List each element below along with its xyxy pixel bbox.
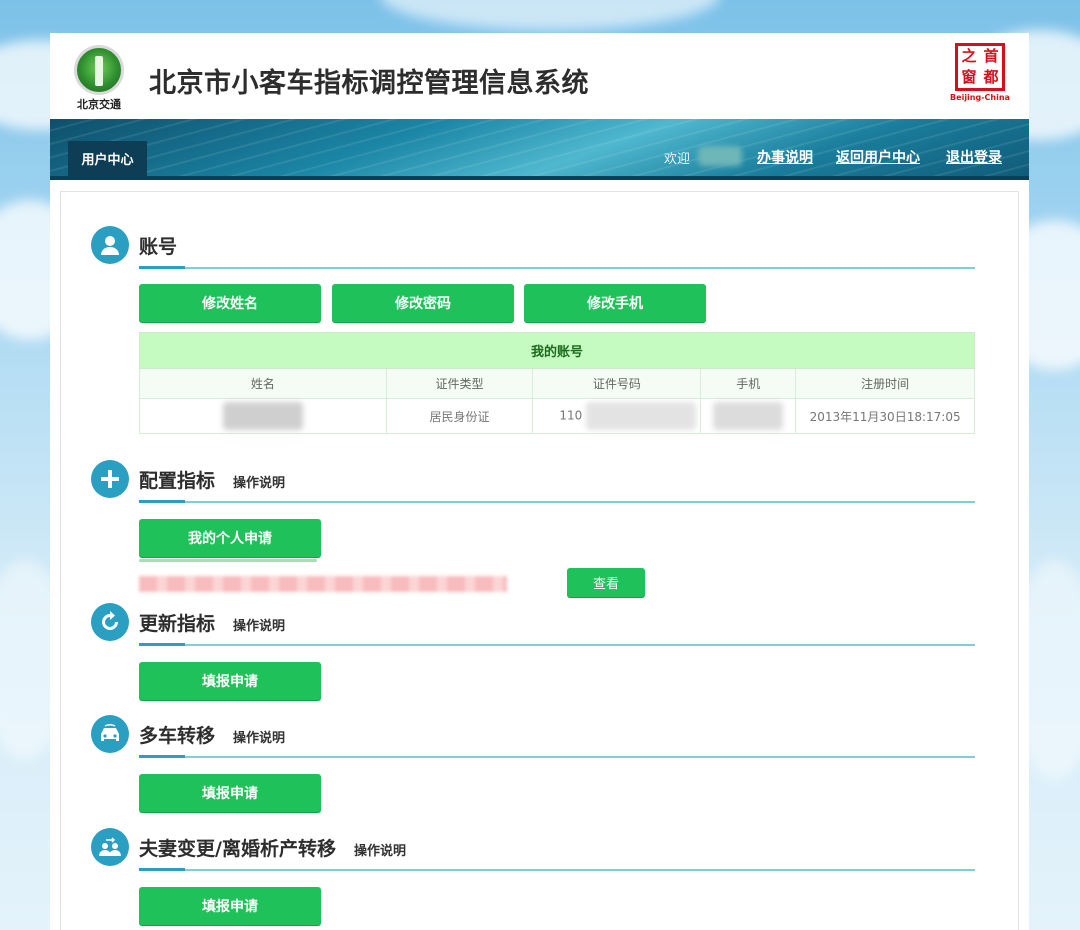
back-to-user-center-link[interactable]: 返回用户中心 [836,147,920,167]
transfer-apply-button[interactable]: 填报申请 [139,774,321,812]
id-number-cell: 110 [532,398,702,434]
spouse-title: 夫妻变更/离婚析产转移 [139,838,336,860]
seal-char: 窗 [961,68,977,86]
config-section: 配置指标 操作说明 我的个人申请 查看 [91,460,975,600]
logout-link[interactable]: 退出登录 [946,147,1002,167]
beijing-transport-logo: 北京交通 [68,45,130,111]
seal-char: 都 [983,68,999,86]
col-registered: 注册时间 [795,368,975,399]
site-title: 北京市小客车指标调控管理信息系统 [149,68,589,99]
spouse-section: 夫妻变更/离婚析产转移 操作说明 填报申请 [91,828,975,928]
my-personal-application-button[interactable]: 我的个人申请 [139,519,321,557]
right-logo-caption: Beijing-China [950,93,1010,102]
section-title: 夫妻变更/离婚析产转移 操作说明 [139,834,406,861]
seal-char: 之 [961,47,977,65]
account-table: 我的账号 姓名 证件类型 证件号码 手机 注册时间 居民身份证 110 2013… [139,332,975,434]
edit-password-button[interactable]: 修改密码 [332,284,514,322]
section-divider [139,755,975,758]
col-phone: 手机 [700,368,797,399]
col-name: 姓名 [139,368,387,399]
spouse-help-link[interactable]: 操作说明 [354,844,406,859]
seal-char: 首 [983,47,999,65]
section-divider [139,643,975,646]
couple-icon [91,828,129,866]
section-divider [139,500,975,503]
capital-window-logo: 之 首 窗 都 Beijing-China [950,43,1010,109]
guide-link[interactable]: 办事说明 [757,147,813,167]
welcome-text: 欢迎 [664,152,691,167]
table-row: 居民身份证 110 2013年11月30日18:17:05 [139,398,975,434]
name-cell-redacted [139,398,387,434]
col-id-number: 证件号码 [532,368,702,399]
section-divider [139,266,975,269]
button-underline [139,559,317,562]
transfer-section: 多车转移 操作说明 填报申请 [91,715,975,815]
table-caption: 我的账号 [139,332,975,369]
spouse-apply-button[interactable]: 填报申请 [139,887,321,925]
edit-phone-button[interactable]: 修改手机 [524,284,706,322]
section-title: 多车转移 操作说明 [139,721,285,748]
section-title: 账号 [139,232,177,259]
car-transfer-icon [91,715,129,753]
renew-title: 更新指标 [139,613,216,635]
refresh-icon [91,603,129,641]
section-title: 更新指标 操作说明 [139,609,285,636]
id-type-cell: 居民身份证 [385,398,534,434]
renew-section: 更新指标 操作说明 填报申请 [91,603,975,703]
application-info-redacted [139,576,507,592]
renew-help-link[interactable]: 操作说明 [233,619,285,634]
account-title: 账号 [139,236,178,258]
col-id-type: 证件类型 [385,368,534,399]
registered-cell: 2013年11月30日18:17:05 [795,398,975,434]
user-icon [91,226,129,264]
id-prefix: 110 [559,408,583,423]
plus-icon [91,460,129,498]
page: 北京交通 北京市小客车指标调控管理信息系统 之 首 窗 都 Beijing-Ch… [50,33,1029,930]
site-header: 北京交通 北京市小客车指标调控管理信息系统 之 首 窗 都 Beijing-Ch… [50,33,1029,119]
left-logo-caption: 北京交通 [77,98,121,111]
renew-apply-button[interactable]: 填报申请 [139,662,321,700]
config-help-link[interactable]: 操作说明 [233,476,285,491]
main-content: 账号 修改姓名 修改密码 修改手机 我的账号 姓名 证件类型 证件号码 手机 注… [60,191,1019,930]
phone-cell-redacted [700,398,797,434]
transfer-title: 多车转移 [139,725,216,747]
edit-name-button[interactable]: 修改姓名 [139,284,321,322]
section-divider [139,868,975,871]
nav-bar: 用户中心 欢迎 办事说明 返回用户中心 退出登录 [50,119,1029,180]
account-section: 账号 修改姓名 修改密码 修改手机 我的账号 姓名 证件类型 证件号码 手机 注… [91,226,975,466]
tab-user-center[interactable]: 用户中心 [68,141,147,176]
username-redacted [698,146,742,166]
section-title: 配置指标 操作说明 [139,466,285,493]
transfer-help-link[interactable]: 操作说明 [233,731,285,746]
view-button[interactable]: 查看 [567,568,645,597]
config-title: 配置指标 [139,470,216,492]
